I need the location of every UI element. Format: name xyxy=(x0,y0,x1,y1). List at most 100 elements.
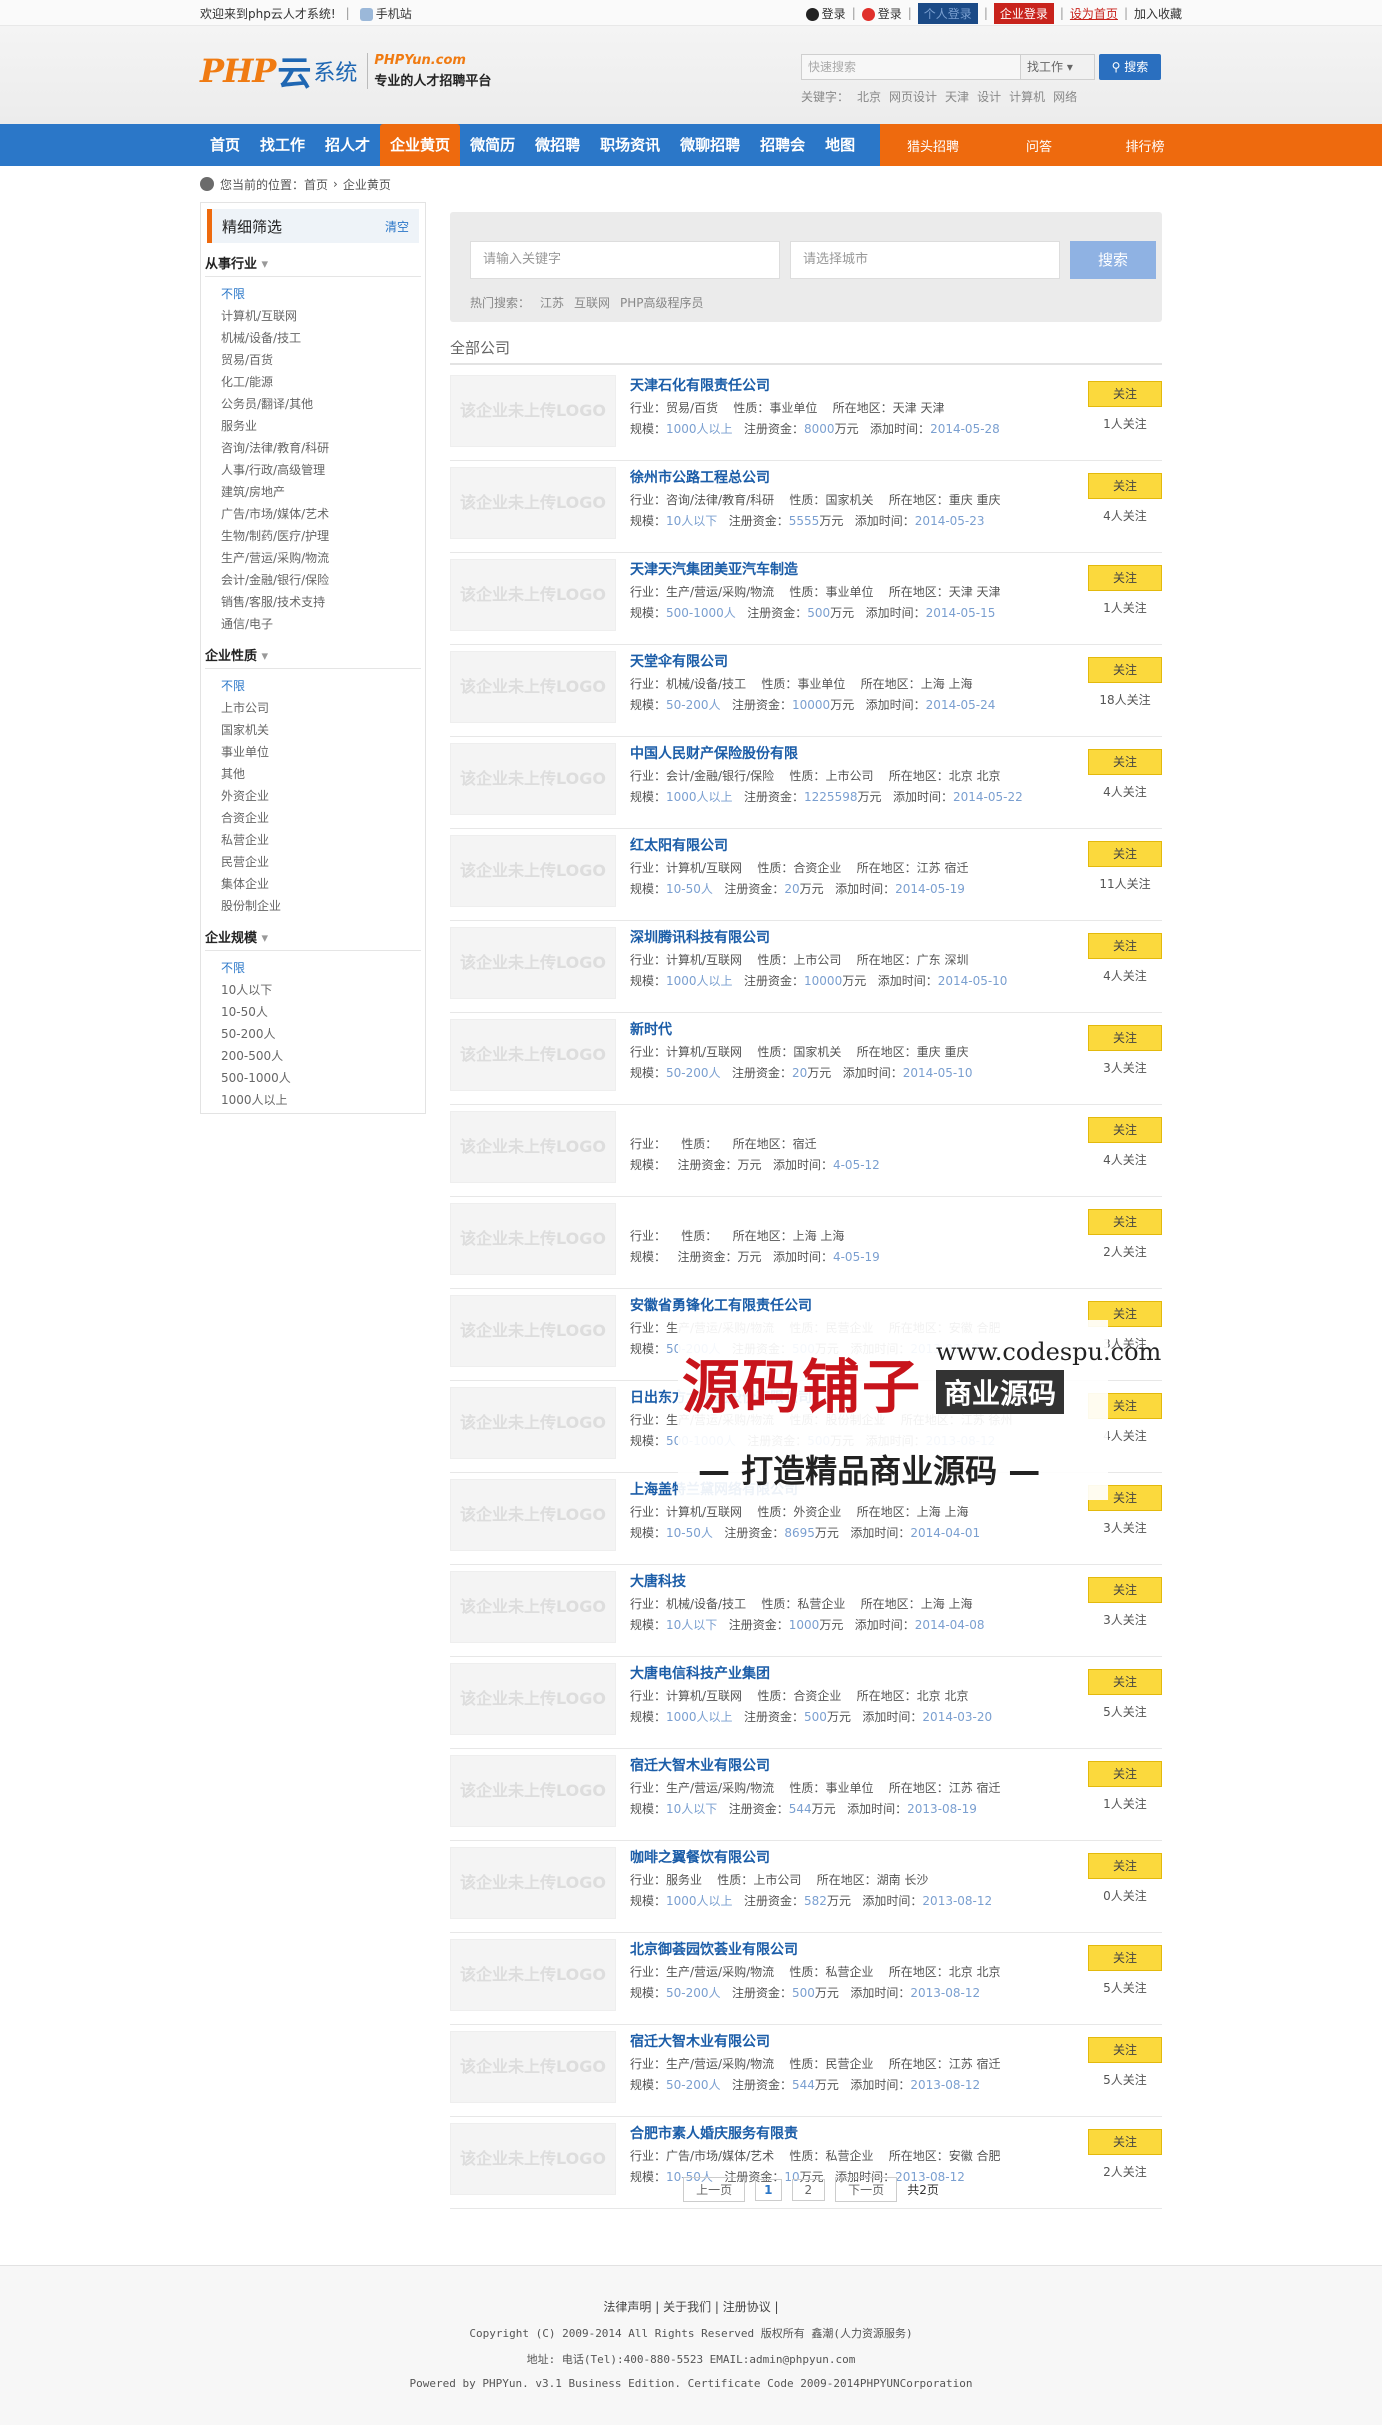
footer-links[interactable]: 法律声明 | 关于我们 | 注册协议 | xyxy=(0,2298,1382,2315)
filter-option[interactable]: 500-1000人 xyxy=(221,1067,421,1089)
follow-button[interactable]: 关注 xyxy=(1088,1025,1162,1051)
company-name-link[interactable]: 深圳腾讯科技有限公司 xyxy=(630,927,770,947)
prev-page-button[interactable]: 上一页 xyxy=(683,2177,746,2202)
hot-search-link[interactable]: 江苏 xyxy=(540,294,564,311)
company-name-link[interactable]: 北京御荟园饮荟业有限公司 xyxy=(630,1939,798,1959)
follow-button[interactable]: 关注 xyxy=(1088,1669,1162,1695)
filter-group-title[interactable]: 企业性质 ▾ xyxy=(205,645,421,669)
filter-option[interactable]: 10-50人 xyxy=(221,1001,421,1023)
company-name-link[interactable]: 天津石化有限责任公司 xyxy=(630,375,770,395)
nav-home[interactable]: 首页 xyxy=(200,124,250,166)
filter-option[interactable]: 咨询/法律/教育/科研 xyxy=(221,437,421,459)
filter-group-title[interactable]: 从事行业 ▾ xyxy=(205,253,421,277)
follow-button[interactable]: 关注 xyxy=(1088,565,1162,591)
filter-option[interactable]: 1000人以上 xyxy=(221,1089,421,1111)
filter-option[interactable]: 其他 xyxy=(221,763,421,785)
filter-option[interactable]: 集体企业 xyxy=(221,873,421,895)
weibo-login-link[interactable]: 登录 xyxy=(861,5,902,22)
page-2-button[interactable]: 2 xyxy=(791,2178,826,2201)
follow-button[interactable]: 关注 xyxy=(1088,1577,1162,1603)
follow-button[interactable]: 关注 xyxy=(1088,2129,1162,2155)
filter-option[interactable]: 计算机/互联网 xyxy=(221,305,421,327)
company-name-link[interactable]: 红太阳有限公司 xyxy=(630,835,728,855)
filter-option[interactable]: 事业单位 xyxy=(221,741,421,763)
follow-button[interactable]: 关注 xyxy=(1088,1117,1162,1143)
personal-login-button[interactable]: 个人登录 xyxy=(917,2,978,24)
company-name-link[interactable]: 合肥市素人婚庆服务有限责 xyxy=(630,2123,798,2143)
quick-search-button[interactable]: ⚲ 搜索 xyxy=(1099,54,1161,80)
follow-button[interactable]: 关注 xyxy=(1088,1853,1162,1879)
filter-option[interactable]: 合资企业 xyxy=(221,807,421,829)
company-name-link[interactable]: 徐州市公路工程总公司 xyxy=(630,467,770,487)
filter-option[interactable]: 不限 xyxy=(221,675,421,697)
next-page-button[interactable]: 下一页 xyxy=(835,2177,898,2202)
company-login-button[interactable]: 企业登录 xyxy=(993,2,1054,24)
filter-group-title[interactable]: 企业规模 ▾ xyxy=(205,927,421,951)
filter-option[interactable]: 化工/能源 xyxy=(221,371,421,393)
nav-job-fair[interactable]: 招聘会 xyxy=(750,124,815,166)
search-button[interactable]: 搜索 xyxy=(1070,241,1156,279)
follow-button[interactable]: 关注 xyxy=(1088,2037,1162,2063)
company-name-link[interactable]: 天津天汽集团美亚汽车制造 xyxy=(630,559,798,579)
company-name-link[interactable]: 新时代 xyxy=(630,1019,672,1039)
follow-button[interactable]: 关注 xyxy=(1088,1945,1162,1971)
favorite-link[interactable]: 加入收藏 xyxy=(1134,5,1182,22)
company-name-link[interactable]: 安徽省勇锋化工有限责任公司 xyxy=(630,1295,812,1315)
follow-button[interactable]: 关注 xyxy=(1088,657,1162,683)
filter-option[interactable]: 公务员/翻译/其他 xyxy=(221,393,421,415)
filter-option[interactable]: 建筑/房地产 xyxy=(221,481,421,503)
company-name-link[interactable]: 大唐电信科技产业集团 xyxy=(630,1663,770,1683)
follow-button[interactable]: 关注 xyxy=(1088,749,1162,775)
site-logo[interactable]: PHP 云 系统 PHPYun.com 专业的人才招聘平台 xyxy=(200,46,491,95)
hot-search-link[interactable]: PHP高级程序员 xyxy=(620,294,704,311)
follow-button[interactable]: 关注 xyxy=(1088,841,1162,867)
follow-button[interactable]: 关注 xyxy=(1088,473,1162,499)
nav-career-news[interactable]: 职场资讯 xyxy=(590,124,670,166)
filter-option[interactable]: 不限 xyxy=(221,283,421,305)
filter-option[interactable]: 私营企业 xyxy=(221,829,421,851)
filter-option[interactable]: 不限 xyxy=(221,957,421,979)
nav-find-talent[interactable]: 招人才 xyxy=(315,124,380,166)
keyword-link[interactable]: 计算机 xyxy=(1009,88,1045,105)
filter-option[interactable]: 50-200人 xyxy=(221,1023,421,1045)
keyword-link[interactable]: 设计 xyxy=(977,88,1001,105)
filter-option[interactable]: 股份制企业 xyxy=(221,895,421,917)
set-home-link[interactable]: 设为首页 xyxy=(1070,5,1118,22)
filter-option[interactable]: 人事/行政/高级管理 xyxy=(221,459,421,481)
filter-option[interactable]: 服务业 xyxy=(221,415,421,437)
filter-clear-link[interactable]: 清空 xyxy=(385,218,409,235)
filter-option[interactable]: 会计/金融/银行/保险 xyxy=(221,569,421,591)
filter-option[interactable]: 民营企业 xyxy=(221,851,421,873)
filter-option[interactable]: 上市公司 xyxy=(221,697,421,719)
company-name-link[interactable]: 中国人民财产保险股份有限 xyxy=(630,743,798,763)
hot-search-link[interactable]: 互联网 xyxy=(574,294,610,311)
filter-option[interactable]: 生产/营运/采购/物流 xyxy=(221,547,421,569)
nav-company-yellowpages[interactable]: 企业黄页 xyxy=(380,124,461,166)
page-1-button[interactable]: 1 xyxy=(755,2178,782,2201)
nav-map[interactable]: 地图 xyxy=(815,124,865,166)
search-type-select[interactable]: 找工作 ▾ xyxy=(1021,54,1095,80)
filter-option[interactable]: 10人以下 xyxy=(221,979,421,1001)
company-name-link[interactable]: 宿迁大智木业有限公司 xyxy=(630,1755,770,1775)
follow-button[interactable]: 关注 xyxy=(1088,933,1162,959)
company-name-link[interactable]: 天堂伞有限公司 xyxy=(630,651,728,671)
company-name-link[interactable]: 咖啡之翼餐饮有限公司 xyxy=(630,1847,770,1867)
nav-micro-recruit[interactable]: 微招聘 xyxy=(525,124,590,166)
follow-button[interactable]: 关注 xyxy=(1088,381,1162,407)
breadcrumb-home[interactable]: 首页 xyxy=(304,176,328,193)
filter-option[interactable]: 国家机关 xyxy=(221,719,421,741)
filter-option[interactable]: 200-500人 xyxy=(221,1045,421,1067)
company-name-link[interactable]: 宿迁大智木业有限公司 xyxy=(630,2031,770,2051)
city-select[interactable]: 请选择城市 xyxy=(790,241,1060,279)
keyword-link[interactable]: 网络 xyxy=(1053,88,1077,105)
company-name-link[interactable]: 大唐科技 xyxy=(630,1571,686,1591)
filter-option[interactable]: 广告/市场/媒体/艺术 xyxy=(221,503,421,525)
filter-option[interactable]: 销售/客服/技术支持 xyxy=(221,591,421,613)
filter-option[interactable]: 外资企业 xyxy=(221,785,421,807)
nav-chat-recruit[interactable]: 微聊招聘 xyxy=(670,124,750,166)
keyword-input[interactable]: 请输入关键字 xyxy=(470,241,780,279)
quick-search-input[interactable]: 快速搜索 xyxy=(801,54,1021,80)
follow-button[interactable]: 关注 xyxy=(1088,1209,1162,1235)
filter-option[interactable]: 生物/制药/医疗/护理 xyxy=(221,525,421,547)
nav-micro-resume[interactable]: 微简历 xyxy=(460,124,525,166)
